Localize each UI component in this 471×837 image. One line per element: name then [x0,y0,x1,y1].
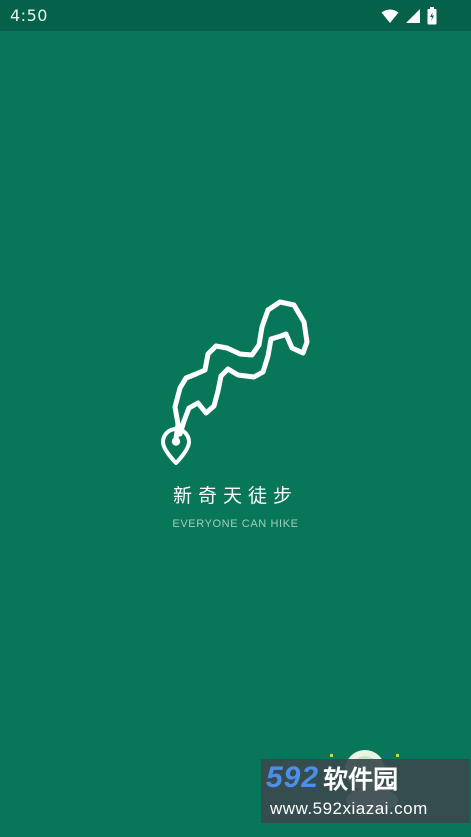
app-name: 新奇天徒步 [172,485,298,507]
cell-signal-icon [405,8,421,24]
hiking-trail-logo-icon [158,296,314,466]
status-bar: 4:50 [0,0,471,31]
status-icons [381,7,437,25]
watermark-number: 592 [266,761,320,794]
watermark-brand-text: 软件园 [323,765,399,794]
splash-screen: 4:50 新奇天徒步 EVERYONE CAN HIKE 592 软件园 www… [0,0,471,837]
wifi-icon [381,9,399,24]
watermark-url: www.592xiazai.com [270,799,428,818]
status-time: 4:50 [10,6,48,25]
watermark-logo: 592 软件园 [266,760,466,796]
app-slogan: EVERYONE CAN HIKE [172,518,299,530]
battery-icon [427,7,437,25]
